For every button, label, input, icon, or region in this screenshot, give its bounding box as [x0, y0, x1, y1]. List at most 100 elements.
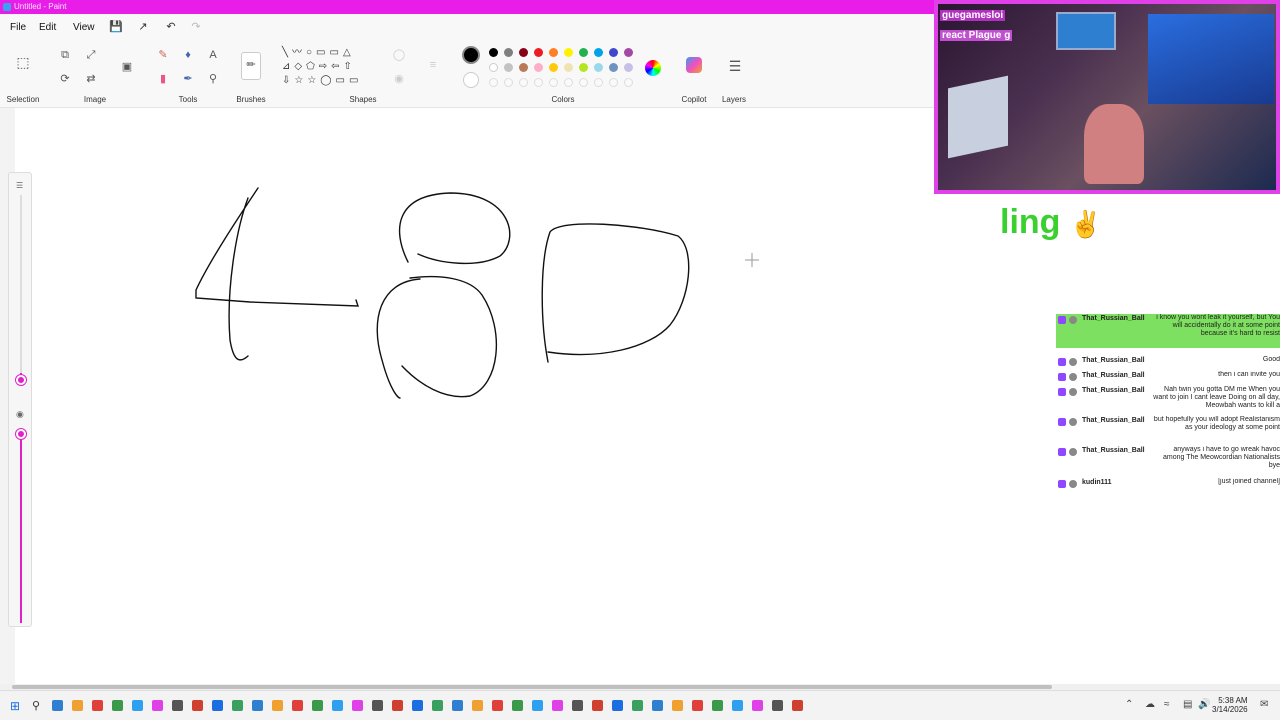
brush-size-panel: ☰ ◉	[8, 172, 32, 627]
stroke-digit-4-diagonal	[195, 187, 359, 307]
streamer-silhouette	[1084, 104, 1144, 184]
taskbar-app-icon[interactable]	[392, 700, 403, 711]
taskbar-app-icon[interactable]	[732, 700, 743, 711]
chat-username[interactable]: That_Russian_Ball	[1082, 387, 1145, 395]
taskbar-app-icon[interactable]	[592, 700, 603, 711]
chat-text: [just joined channel]	[1218, 478, 1280, 485]
camera-title-text: guegamesloi	[940, 10, 1006, 21]
taskbar-app-icon[interactable]	[692, 700, 703, 711]
taskbar-app-icon[interactable]	[212, 700, 223, 711]
taskbar-app-icon[interactable]	[532, 700, 543, 711]
taskbar-app-icon[interactable]	[752, 700, 763, 711]
taskbar-app-icon[interactable]	[612, 700, 623, 711]
drawing-strokes	[195, 187, 759, 399]
ok-hand-icon: ✌	[1069, 209, 1103, 239]
taskbar-app-icon[interactable]	[252, 700, 263, 711]
chat-username[interactable]: kudin111	[1082, 479, 1112, 487]
chat-message: That_Russian_Ball Nah twin you gotta DM m…	[1056, 386, 1280, 412]
chat-username[interactable]: That_Russian_Ball	[1082, 417, 1145, 425]
search-icon[interactable]: ⚲	[32, 699, 40, 712]
taskbar-app-icon[interactable]	[292, 700, 303, 711]
tray-chevron-icon[interactable]: ⌃	[1125, 699, 1133, 710]
taskbar-app-icon[interactable]	[272, 700, 283, 711]
chat-avatar-icon	[1069, 388, 1077, 396]
opacity-track[interactable]	[20, 435, 22, 623]
chat-avatar-icon	[1069, 316, 1077, 324]
taskbar-app-icon[interactable]	[472, 700, 483, 711]
chat-username[interactable]: That_Russian_Ball	[1082, 372, 1145, 380]
stroke-digit-0	[541, 223, 690, 363]
wifi-icon[interactable]: ≈	[1164, 699, 1170, 710]
chat-message: That_Russian_Ball but hopefully you will …	[1056, 416, 1280, 442]
side-monitor	[948, 75, 1008, 159]
network-icon[interactable]: ▤	[1183, 699, 1192, 710]
taskbar-app-icon[interactable]	[652, 700, 663, 711]
taskbar-app-icon[interactable]	[132, 700, 143, 711]
chat-username[interactable]: That_Russian_Ball	[1082, 315, 1145, 323]
chat-badge-icon	[1058, 418, 1066, 426]
taskbar-clock[interactable]: 5:38 AM 3/14/2026	[1212, 696, 1248, 714]
taskbar: ⊞ ⚲ 5:38 AM 3/14/2026 ⌃ ☁ ≈ ▤ 🔊 ✉	[0, 690, 1280, 720]
taskbar-app-icon[interactable]	[452, 700, 463, 711]
chat-text: anyways i have to go wreak havoc among T…	[1163, 446, 1280, 469]
taskbar-app-icon[interactable]	[512, 700, 523, 711]
stream-chat: That_Russian_Ball i know you wont leak it…	[1056, 312, 1280, 492]
taskbar-app-icon[interactable]	[192, 700, 203, 711]
taskbar-app-icon[interactable]	[352, 700, 363, 711]
start-icon[interactable]: ⊞	[10, 699, 20, 713]
crosshair-cursor	[745, 253, 759, 267]
overlay-word: ling	[1000, 203, 1061, 241]
chat-avatar-icon	[1069, 480, 1077, 488]
taskbar-app-icon[interactable]	[372, 700, 383, 711]
chat-avatar-icon	[1069, 358, 1077, 366]
taskbar-app-icon[interactable]	[412, 700, 423, 711]
taskbar-app-icon[interactable]	[572, 700, 583, 711]
taskbar-app-icon[interactable]	[92, 700, 103, 711]
scrollbar-thumb[interactable]	[12, 685, 1052, 689]
chat-badge-icon	[1058, 480, 1066, 488]
taskbar-app-icon[interactable]	[152, 700, 163, 711]
taskbar-app-icon[interactable]	[552, 700, 563, 711]
chat-text: but hopefully you will adopt Realistanis…	[1153, 416, 1280, 431]
opacity-slider-handle[interactable]	[16, 429, 26, 439]
chat-avatar-icon	[1069, 418, 1077, 426]
taskbar-app-icon[interactable]	[672, 700, 683, 711]
webcam-video: guegamesloi react Plague g	[938, 4, 1276, 190]
camera-subtitle-text: react Plague g	[940, 30, 1013, 41]
notifications-icon[interactable]: ✉	[1260, 699, 1268, 710]
taskbar-app-icon[interactable]	[492, 700, 503, 711]
chat-badge-icon	[1058, 358, 1066, 366]
size-track[interactable]	[20, 195, 22, 379]
chat-text: Good	[1262, 356, 1280, 363]
chat-text: i know you wont leak it yourself, but Yo…	[1156, 314, 1280, 337]
taskbar-app-icon[interactable]	[112, 700, 123, 711]
chat-username[interactable]: That_Russian_Ball	[1082, 357, 1145, 365]
stroke-digit-8-top	[398, 192, 511, 265]
taskbar-app-icon[interactable]	[772, 700, 783, 711]
taskbar-app-icon[interactable]	[332, 700, 343, 711]
taskbar-app-icon[interactable]	[52, 700, 63, 711]
clock-date: 3/14/2026	[1212, 705, 1248, 714]
chat-message: That_Russian_Ball i know you wont leak it…	[1056, 314, 1280, 348]
taskbar-app-icon[interactable]	[232, 700, 243, 711]
chat-username[interactable]: That_Russian_Ball	[1082, 447, 1145, 455]
size-icon: ☰	[16, 181, 24, 190]
size-slider-handle[interactable]	[16, 375, 26, 385]
chat-badge-icon	[1058, 316, 1066, 324]
chat-badge-icon	[1058, 448, 1066, 456]
chat-message: That_Russian_Ball then i can invite you	[1056, 371, 1280, 381]
chat-text: Nah twin you gotta DM me When you want t…	[1153, 386, 1280, 409]
taskbar-app-icon[interactable]	[792, 700, 803, 711]
cloud-icon[interactable]: ☁	[1145, 699, 1155, 710]
monitor-screen	[1056, 12, 1116, 50]
taskbar-app-icon[interactable]	[312, 700, 323, 711]
chat-message: That_Russian_Ball Good	[1056, 356, 1280, 366]
chat-message: That_Russian_Ball anyways i have to go wr…	[1056, 446, 1280, 472]
taskbar-app-icon[interactable]	[72, 700, 83, 711]
taskbar-app-icon[interactable]	[712, 700, 723, 711]
volume-icon[interactable]: 🔊	[1198, 699, 1210, 710]
taskbar-app-icon[interactable]	[632, 700, 643, 711]
taskbar-app-icon[interactable]	[432, 700, 443, 711]
stream-overlay-text: ling ✌	[1000, 203, 1102, 242]
taskbar-app-icon[interactable]	[172, 700, 183, 711]
